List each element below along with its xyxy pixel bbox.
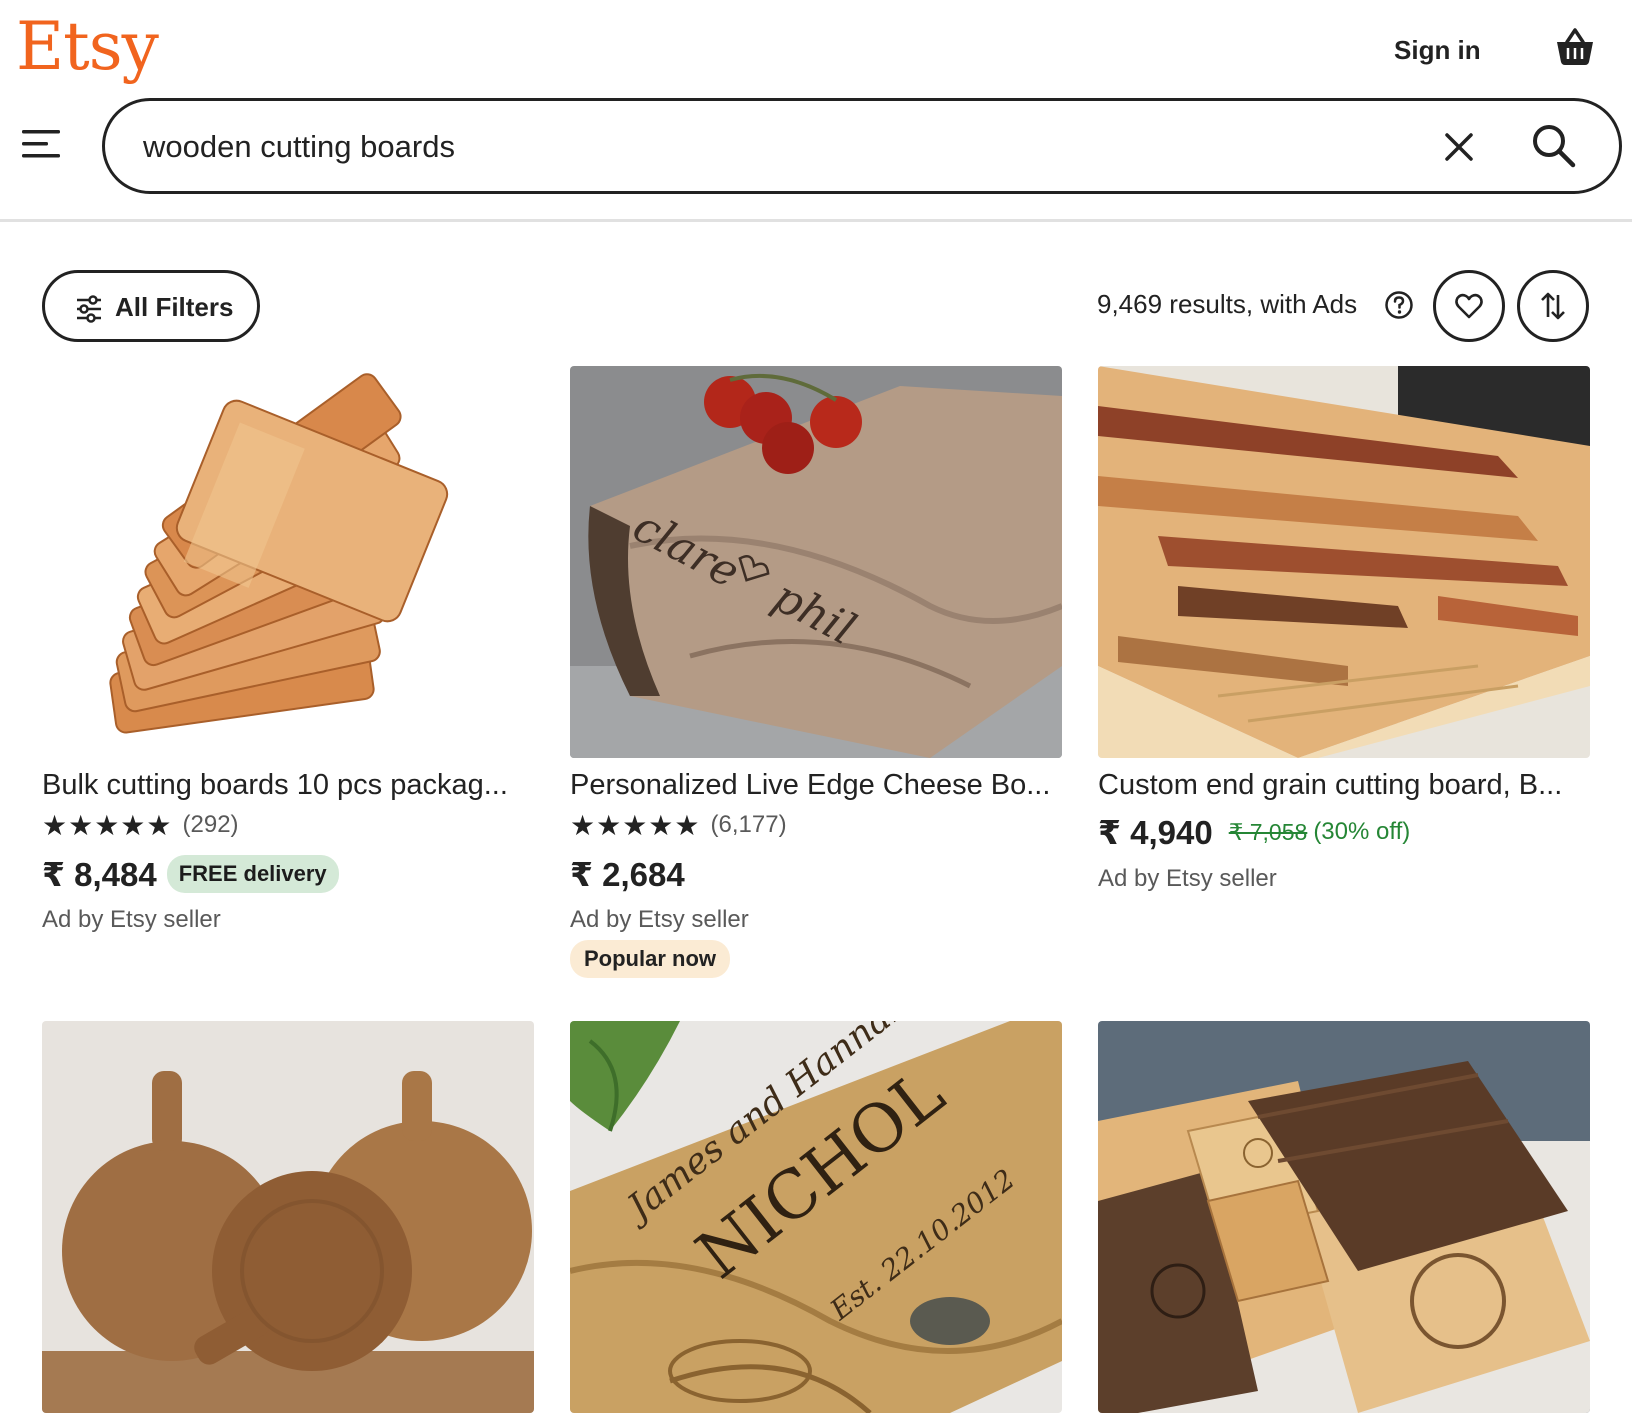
listing-image[interactable]: clare phil — [570, 366, 1062, 758]
filter-sliders-icon — [77, 295, 101, 323]
original-price: ₹ 7,058 — [1228, 818, 1308, 845]
listing-price: ₹ 2,684 — [570, 855, 685, 893]
free-delivery-badge: FREE delivery — [166, 855, 339, 893]
header-divider — [0, 219, 1632, 222]
listing-image[interactable]: James and Hannah NICHOL Est. 22.10.2012 — [570, 1021, 1062, 1413]
heart-icon — [1455, 293, 1483, 319]
sign-in-link[interactable]: Sign in — [1394, 30, 1481, 70]
sort-arrows-icon — [1541, 292, 1565, 320]
ad-label: Ad by Etsy seller — [1098, 865, 1277, 892]
listing-image[interactable] — [1098, 1021, 1590, 1413]
listing-title[interactable]: Personalized Live Edge Cheese Bo... — [570, 766, 1062, 804]
question-circle-icon[interactable] — [1384, 290, 1414, 320]
close-icon[interactable] — [1441, 129, 1477, 165]
listing-title[interactable]: Custom end grain cutting board, B... — [1098, 766, 1590, 804]
review-count: (6,177) — [710, 811, 787, 838]
hamburger-menu-icon[interactable] — [22, 126, 62, 162]
etsy-logo[interactable]: Etsy — [16, 2, 159, 92]
listing-price-row: ₹ 8,484 FREE delivery — [42, 852, 339, 896]
listing-rating: ★★★★★ (292) — [42, 808, 239, 842]
listing-image[interactable] — [42, 1021, 534, 1413]
star-rating-icon: ★★★★★ — [570, 808, 701, 842]
listing-image[interactable] — [42, 366, 534, 758]
all-filters-label: All Filters — [115, 292, 234, 322]
listing-price: ₹ 4,940 — [1098, 813, 1213, 851]
save-search-button[interactable] — [1433, 270, 1505, 342]
star-rating-icon: ★★★★★ — [42, 808, 173, 842]
search-input[interactable]: wooden cutting boards — [143, 127, 455, 167]
search-bar[interactable]: wooden cutting boards — [102, 98, 1622, 194]
listing-title[interactable]: Bulk cutting boards 10 pcs packag... — [42, 766, 534, 804]
listing-rating: ★★★★★ (6,177) — [570, 808, 787, 842]
search-icon[interactable] — [1531, 123, 1577, 169]
listing-price-row: ₹ 2,684 — [570, 852, 685, 896]
review-count: (292) — [182, 811, 239, 838]
listing-price-row: ₹ 4,940 ₹ 7,058 (30% off) — [1098, 810, 1410, 854]
ad-label: Ad by Etsy seller — [570, 906, 749, 933]
all-filters-button[interactable]: All Filters — [42, 270, 260, 342]
discount-label: (30% off) — [1313, 818, 1411, 845]
popular-now-badge: Popular now — [570, 940, 730, 978]
listing-price: ₹ 8,484 — [42, 855, 157, 893]
sort-button[interactable] — [1517, 270, 1589, 342]
results-count: 9,469 results, with Ads — [1097, 289, 1358, 319]
listing-image[interactable] — [1098, 366, 1590, 758]
shopping-basket-icon[interactable] — [1553, 24, 1597, 68]
ad-label: Ad by Etsy seller — [42, 906, 221, 933]
